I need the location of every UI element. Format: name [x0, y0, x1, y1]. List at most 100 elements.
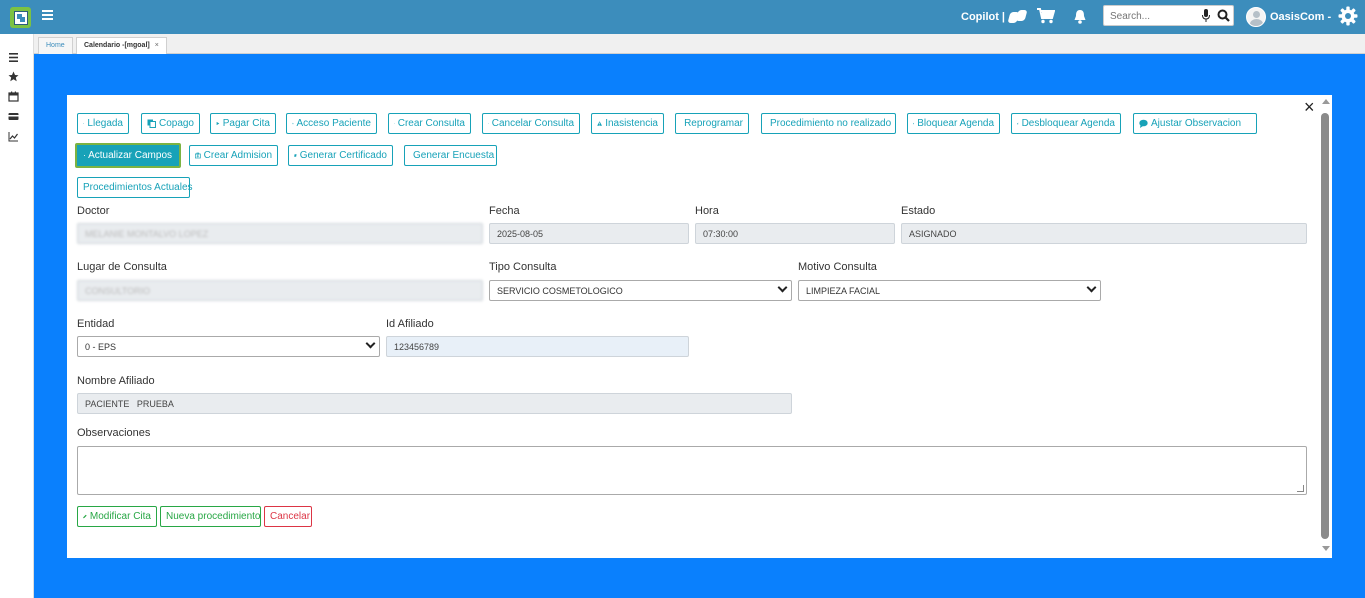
cancelar-button[interactable]: Cancelar: [264, 506, 312, 527]
generar-certificado-label: Generar Certificado: [299, 150, 387, 161]
reprogramar-button[interactable]: Reprogramar: [675, 113, 749, 134]
crear-admision-label: Crear Admision: [203, 150, 272, 161]
fecha-label: Fecha: [489, 205, 520, 217]
modificar-cita-label: Modificar Cita: [89, 511, 151, 522]
modificar-cita-button[interactable]: Modificar Cita: [77, 506, 157, 527]
left-sidebar: [0, 34, 34, 598]
lugar-field: CONSULTORIO: [77, 280, 483, 301]
cart-icon: [292, 122, 294, 125]
comment-icon: [1139, 119, 1148, 128]
medkit-icon: [195, 152, 201, 159]
chevron-down-icon: [1086, 282, 1097, 293]
pagar-cita-button[interactable]: Pagar Cita: [210, 113, 276, 134]
gear-icon[interactable]: [1338, 6, 1358, 26]
nombre-afiliado-label: Nombre Afiliado: [77, 375, 155, 387]
chevron-down-icon: [777, 282, 788, 293]
copilot-label: Copilot |: [961, 11, 1006, 23]
crear-consulta-label: Crear Consulta: [397, 118, 465, 129]
cancelar-consulta-button[interactable]: Cancelar Consulta: [482, 113, 580, 134]
tab-calendario[interactable]: Calendario -[mgoal] ×: [76, 37, 167, 54]
observaciones-label: Observaciones: [77, 427, 151, 439]
line-chart-icon[interactable]: [8, 131, 19, 142]
tab-home[interactable]: Home: [38, 37, 73, 54]
fecha-field: 2025-08-05: [489, 223, 689, 244]
procedimientos-actuales-label: Procedimientos Actuales: [83, 182, 193, 193]
card-icon[interactable]: [8, 111, 19, 122]
lugar-label: Lugar de Consulta: [77, 261, 167, 273]
estado-field: ASIGNADO: [901, 223, 1307, 244]
warning-icon: [597, 121, 603, 126]
tipo-consulta-value: SERVICIO COSMETOLOGICO: [497, 286, 623, 296]
modal-scrollbar[interactable]: [1319, 95, 1332, 558]
crear-consulta-button[interactable]: Crear Consulta: [388, 113, 471, 134]
copilot-button[interactable]: Copilot |: [961, 10, 1027, 24]
calendar-icon[interactable]: [8, 91, 19, 102]
procedimientos-actuales-button[interactable]: Procedimientos Actuales: [77, 177, 193, 198]
list-icon[interactable]: [8, 52, 19, 63]
appointment-modal: × Llegada Copago Pagar Cita Acceso Pacie…: [67, 95, 1332, 558]
avatar: [1246, 7, 1266, 27]
chevron-down-icon: [365, 338, 376, 349]
menu-toggle-icon[interactable]: [42, 10, 53, 22]
hora-field: 07:30:00: [695, 223, 895, 244]
search-box: [1103, 5, 1234, 26]
observaciones-textarea[interactable]: [77, 446, 1307, 495]
cancelar-consulta-label: Cancelar Consulta: [491, 118, 574, 129]
ajustar-observacion-label: Ajustar Observacion: [1151, 118, 1242, 129]
copago-label: Copago: [158, 118, 194, 129]
tipo-consulta-label: Tipo Consulta: [489, 261, 557, 273]
motivo-consulta-select[interactable]: LIMPIEZA FACIAL: [798, 280, 1101, 301]
crear-admision-button[interactable]: Crear Admision: [189, 145, 278, 166]
cart-icon[interactable]: [1037, 8, 1055, 24]
search-icon[interactable]: [1217, 9, 1230, 22]
unlock-icon: [1017, 122, 1019, 125]
user-menu[interactable]: OasisCom -: [1246, 7, 1331, 27]
entidad-select[interactable]: 0 - EPS: [77, 336, 380, 357]
close-tab-icon[interactable]: ×: [155, 42, 159, 49]
actualizar-campos-label: Actualizar Campos: [88, 150, 172, 161]
bell-icon[interactable]: [1073, 9, 1087, 24]
nueva-procedimiento-label: Nueva procedimiento: [166, 511, 261, 522]
play-icon: [216, 121, 220, 126]
pencil-icon: [83, 514, 87, 519]
motivo-consulta-value: LIMPIEZA FACIAL: [806, 286, 881, 296]
doctor-label: Doctor: [77, 205, 110, 217]
bloquear-agenda-button[interactable]: Bloquear Agenda: [907, 113, 1000, 134]
plus-icon: [394, 123, 395, 124]
tipo-consulta-select[interactable]: SERVICIO COSMETOLOGICO: [489, 280, 792, 301]
procedimiento-no-realizado-label: Procedimiento no realizado: [770, 118, 892, 129]
lock-icon: [913, 122, 915, 125]
star-icon[interactable]: [8, 71, 19, 82]
procedimiento-no-realizado-button[interactable]: Procedimiento no realizado: [761, 113, 896, 134]
inasistencia-button[interactable]: Inasistencia: [591, 113, 664, 134]
scroll-thumb[interactable]: [1321, 113, 1329, 539]
entidad-label: Entidad: [77, 318, 115, 330]
copago-button[interactable]: Copago: [141, 113, 200, 134]
generar-certificado-button[interactable]: Generar Certificado: [288, 145, 393, 166]
id-afiliado-field[interactable]: 123456789: [386, 336, 689, 357]
llegada-button[interactable]: Llegada: [77, 113, 129, 134]
actualizar-campos-button[interactable]: Actualizar Campos: [75, 143, 181, 168]
desbloquear-agenda-button[interactable]: Desbloquear Agenda: [1011, 113, 1121, 134]
generar-encuesta-button[interactable]: Generar Encuesta: [404, 145, 497, 166]
close-icon[interactable]: ×: [1304, 98, 1316, 116]
cancelar-label: Cancelar: [270, 511, 311, 522]
nombre-afiliado-field: PACIENTE PRUEBA: [77, 393, 792, 414]
top-navbar: Copilot | OasisCom -: [0, 0, 1365, 34]
bloquear-agenda-label: Bloquear Agenda: [917, 118, 994, 129]
microphone-icon[interactable]: [1202, 9, 1210, 22]
hora-label: Hora: [695, 205, 719, 217]
scroll-up-icon[interactable]: [1322, 99, 1330, 104]
motivo-consulta-label: Motivo Consulta: [798, 261, 877, 273]
app-logo[interactable]: [10, 7, 31, 28]
search-input[interactable]: [1110, 9, 1198, 23]
nueva-procedimiento-button[interactable]: Nueva procedimiento: [160, 506, 261, 527]
entidad-value: 0 - EPS: [85, 342, 117, 352]
ban-icon: [488, 123, 489, 124]
acceso-paciente-button[interactable]: Acceso Paciente: [286, 113, 377, 134]
estado-label: Estado: [901, 205, 936, 217]
ajustar-observacion-button[interactable]: Ajustar Observacion: [1133, 113, 1257, 134]
scroll-down-icon[interactable]: [1322, 546, 1330, 551]
llegada-label: Llegada: [87, 118, 123, 129]
reprogramar-label: Reprogramar: [684, 118, 743, 129]
